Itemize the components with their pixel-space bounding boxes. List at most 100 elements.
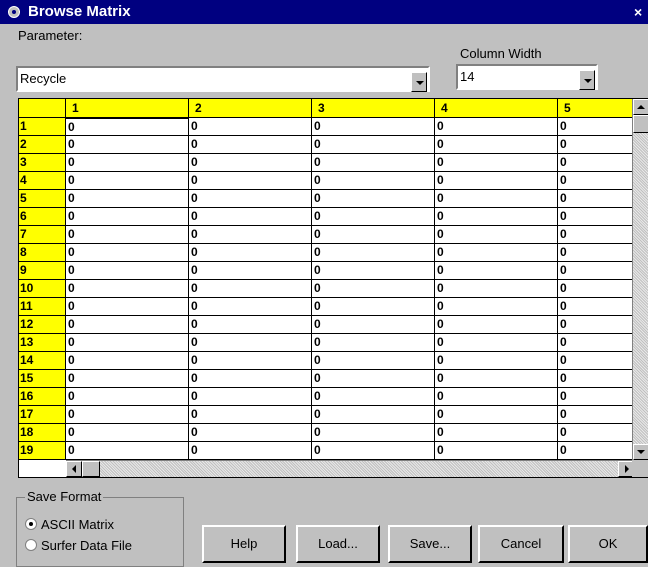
matrix-cell[interactable]: 0 — [189, 388, 312, 406]
matrix-cell[interactable]: 0 — [189, 118, 312, 136]
matrix-cell[interactable]: 0 — [312, 262, 435, 280]
matrix-cell[interactable]: 0 — [312, 388, 435, 406]
matrix-cell[interactable]: 0 — [189, 424, 312, 442]
matrix-cell[interactable]: 0 — [558, 190, 634, 208]
matrix-cell[interactable]: 0 — [558, 424, 634, 442]
matrix-cell[interactable]: 0 — [435, 208, 558, 226]
row-header[interactable]: 16 — [19, 388, 66, 406]
matrix-cell[interactable]: 0 — [312, 172, 435, 190]
matrix-cell[interactable]: 0 — [435, 388, 558, 406]
matrix-cell[interactable]: 0 — [558, 154, 634, 172]
matrix-cell[interactable]: 0 — [558, 442, 634, 460]
matrix-cell[interactable]: 0 — [435, 244, 558, 262]
row-header[interactable]: 3 — [19, 154, 66, 172]
matrix-cell[interactable]: 0 — [189, 208, 312, 226]
matrix-cell[interactable]: 0 — [435, 442, 558, 460]
matrix-grid[interactable]: 1234510000020000030000040000050000060000… — [18, 98, 648, 478]
matrix-cell[interactable]: 0 — [435, 172, 558, 190]
matrix-cell[interactable]: 0 — [189, 406, 312, 424]
matrix-cell[interactable]: 0 — [558, 244, 634, 262]
matrix-cell[interactable]: 0 — [189, 316, 312, 334]
matrix-cell[interactable]: 0 — [435, 316, 558, 334]
matrix-cell[interactable]: 0 — [435, 406, 558, 424]
column-width-dropdown[interactable]: 14 — [456, 64, 598, 90]
matrix-cell[interactable]: 0 — [189, 298, 312, 316]
row-header[interactable]: 14 — [19, 352, 66, 370]
matrix-cell[interactable]: 0 — [312, 154, 435, 172]
matrix-cell[interactable]: 0 — [312, 208, 435, 226]
matrix-cell[interactable]: 0 — [558, 208, 634, 226]
matrix-cell[interactable]: 0 — [558, 352, 634, 370]
matrix-cell[interactable]: 0 — [558, 334, 634, 352]
load-button[interactable]: Load... — [296, 525, 380, 563]
matrix-cell[interactable]: 0 — [312, 136, 435, 154]
matrix-cell[interactable]: 0 — [66, 262, 189, 280]
vertical-scroll-thumb[interactable] — [633, 115, 648, 133]
row-header[interactable]: 5 — [19, 190, 66, 208]
matrix-cell[interactable]: 0 — [66, 280, 189, 298]
matrix-cell[interactable]: 0 — [435, 190, 558, 208]
column-header[interactable]: 1 — [66, 99, 189, 118]
row-header[interactable]: 10 — [19, 280, 66, 298]
row-header[interactable]: 6 — [19, 208, 66, 226]
scroll-up-icon[interactable] — [633, 99, 648, 115]
matrix-cell[interactable]: 0 — [66, 388, 189, 406]
row-header[interactable]: 8 — [19, 244, 66, 262]
matrix-cell[interactable]: 0 — [435, 262, 558, 280]
ok-button[interactable]: OK — [568, 525, 648, 563]
matrix-cell[interactable]: 0 — [558, 280, 634, 298]
matrix-cell[interactable]: 0 — [435, 154, 558, 172]
matrix-cell[interactable]: 0 — [312, 316, 435, 334]
column-header[interactable]: 4 — [435, 99, 558, 118]
close-icon[interactable]: × — [634, 3, 648, 21]
matrix-cell[interactable]: 0 — [312, 442, 435, 460]
matrix-cell[interactable]: 0 — [66, 424, 189, 442]
parameter-dropdown[interactable]: Recycle — [16, 66, 430, 92]
matrix-cell[interactable]: 0 — [66, 118, 189, 136]
matrix-cell[interactable]: 0 — [66, 172, 189, 190]
matrix-cell[interactable]: 0 — [558, 136, 634, 154]
matrix-cell[interactable]: 0 — [312, 226, 435, 244]
matrix-cell[interactable]: 0 — [189, 190, 312, 208]
matrix-cell[interactable]: 0 — [558, 298, 634, 316]
row-header[interactable]: 17 — [19, 406, 66, 424]
matrix-cell[interactable]: 0 — [66, 298, 189, 316]
matrix-cell[interactable]: 0 — [66, 154, 189, 172]
matrix-cell[interactable]: 0 — [189, 280, 312, 298]
matrix-cell[interactable]: 0 — [435, 352, 558, 370]
vertical-scrollbar[interactable] — [632, 99, 648, 460]
scroll-down-icon[interactable] — [633, 444, 648, 460]
row-header[interactable]: 19 — [19, 442, 66, 460]
row-header[interactable]: 7 — [19, 226, 66, 244]
matrix-cell[interactable]: 0 — [189, 136, 312, 154]
matrix-cell[interactable]: 0 — [435, 136, 558, 154]
matrix-cell[interactable]: 0 — [189, 244, 312, 262]
matrix-cell[interactable]: 0 — [189, 334, 312, 352]
matrix-cell[interactable]: 0 — [189, 262, 312, 280]
matrix-cell[interactable]: 0 — [312, 424, 435, 442]
matrix-cell[interactable]: 0 — [312, 190, 435, 208]
matrix-cell[interactable]: 0 — [189, 442, 312, 460]
app-icon[interactable] — [8, 6, 20, 18]
row-header[interactable]: 4 — [19, 172, 66, 190]
matrix-cell[interactable]: 0 — [66, 136, 189, 154]
save-button[interactable]: Save... — [388, 525, 472, 563]
matrix-cell[interactable]: 0 — [189, 154, 312, 172]
radio-unselected-icon[interactable] — [25, 539, 37, 551]
row-header[interactable]: 15 — [19, 370, 66, 388]
matrix-cell[interactable]: 0 — [312, 406, 435, 424]
matrix-cell[interactable]: 0 — [312, 244, 435, 262]
matrix-cell[interactable]: 0 — [66, 244, 189, 262]
matrix-cell[interactable]: 0 — [66, 226, 189, 244]
matrix-cell[interactable]: 0 — [558, 226, 634, 244]
matrix-cell[interactable]: 0 — [66, 190, 189, 208]
help-button[interactable]: Help — [202, 525, 286, 563]
row-header[interactable]: 13 — [19, 334, 66, 352]
matrix-cell[interactable]: 0 — [435, 334, 558, 352]
matrix-cell[interactable]: 0 — [558, 118, 634, 136]
matrix-cell[interactable]: 0 — [312, 280, 435, 298]
matrix-cell[interactable]: 0 — [312, 370, 435, 388]
row-header[interactable]: 12 — [19, 316, 66, 334]
matrix-cell[interactable]: 0 — [66, 352, 189, 370]
matrix-cell[interactable]: 0 — [558, 316, 634, 334]
